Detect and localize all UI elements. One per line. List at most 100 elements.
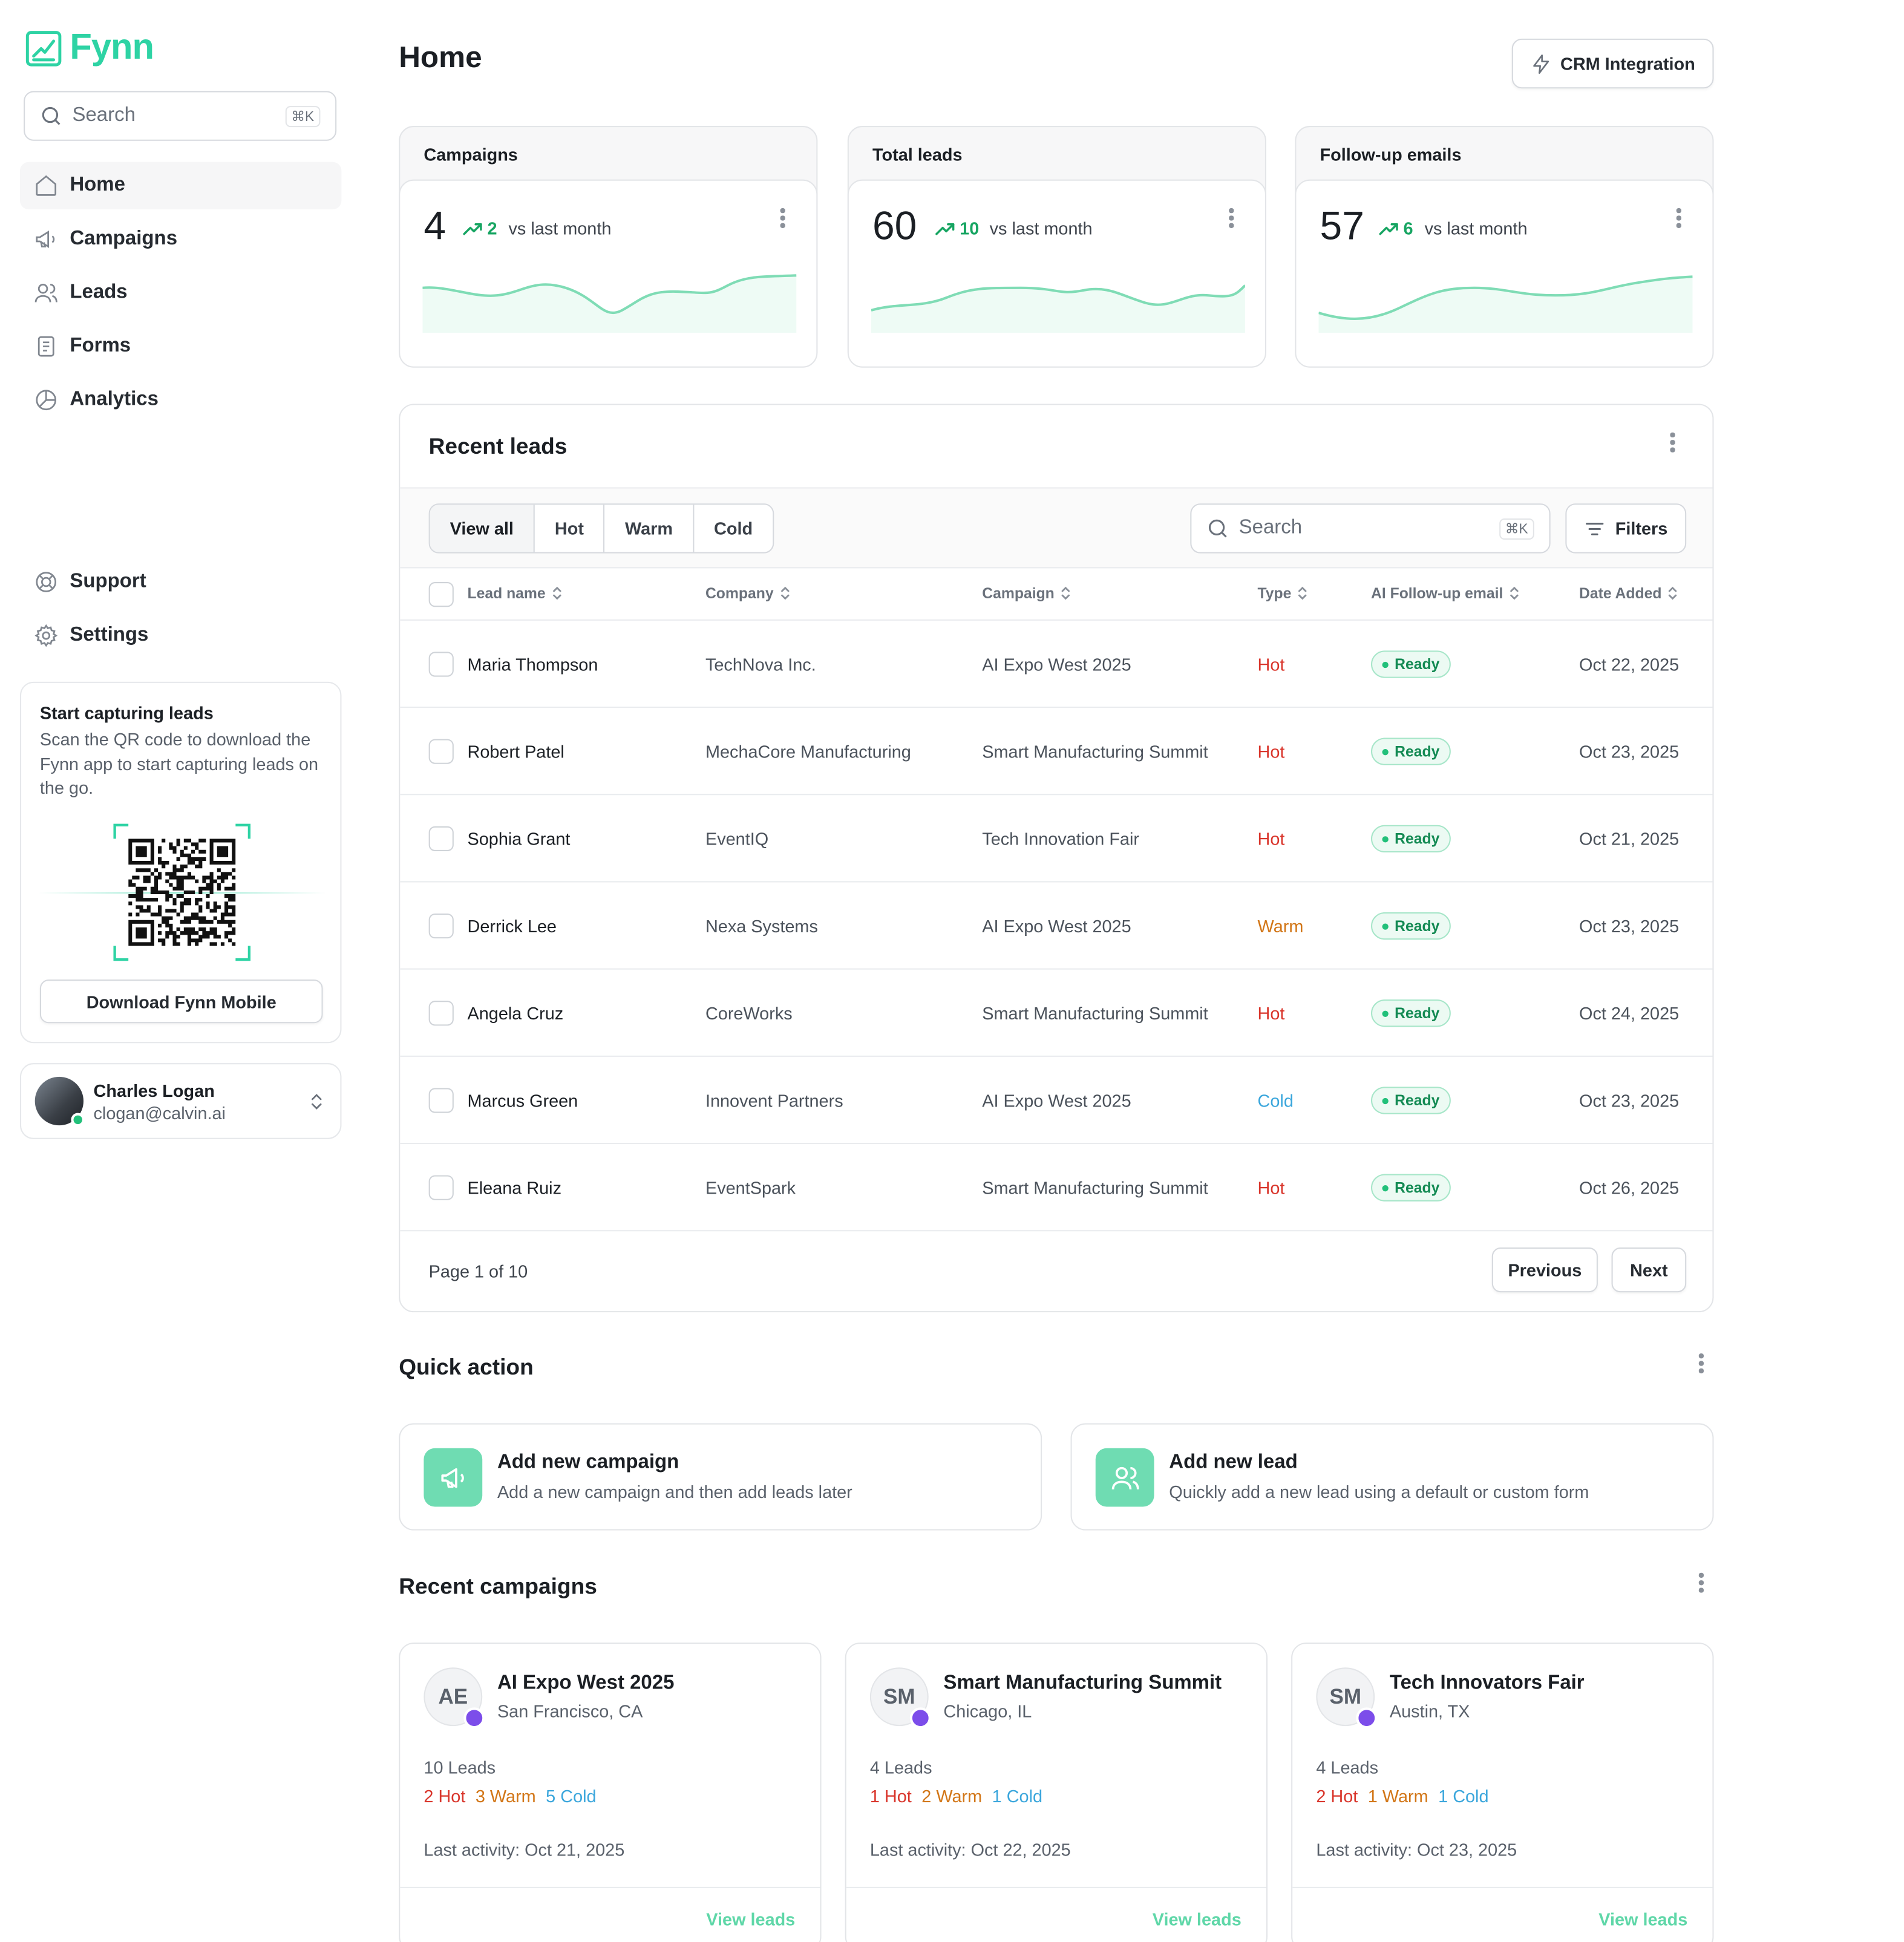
table-row[interactable]: Sophia Grant EventIQ Tech Innovation Fai… (400, 795, 1713, 883)
recent-leads-card: Recent leads View all Hot Warm Cold Sear… (399, 404, 1714, 1313)
more-options-icon[interactable] (1698, 1353, 1704, 1376)
lead-type: Hot (1257, 654, 1285, 675)
campaign-card[interactable]: SM Tech Innovators Fair Austin, TX 4 Lea… (1291, 1643, 1714, 1942)
recent-campaigns-title: Recent campaigns (399, 1574, 597, 1599)
sidebar-item-home[interactable]: Home (19, 162, 342, 210)
lead-name[interactable]: Angela Cruz (468, 1003, 564, 1023)
lead-name[interactable]: Robert Patel (468, 742, 564, 762)
sidebar-item-analytics[interactable]: Analytics (20, 376, 341, 423)
hot-count: 1 Hot (869, 1785, 912, 1806)
column-header-campaign[interactable]: Campaign (982, 584, 1071, 602)
filter-lines-icon (1586, 522, 1604, 535)
column-header-type[interactable]: Type (1258, 584, 1309, 602)
lead-name[interactable]: Sophia Grant (468, 829, 571, 849)
sidebar-item-forms[interactable]: Forms (20, 323, 341, 370)
campaign-avatar: AE (424, 1667, 485, 1729)
stat-value: 60 (872, 203, 917, 248)
campaign-card[interactable]: SM Smart Manufacturing Summit Chicago, I… (845, 1643, 1268, 1942)
lead-name[interactable]: Maria Thompson (468, 655, 598, 675)
warm-count: 1 Warm (1367, 1785, 1428, 1806)
column-header-company[interactable]: Company (705, 584, 791, 602)
warm-count: 3 Warm (475, 1785, 536, 1806)
previous-page-button[interactable]: Previous (1491, 1247, 1598, 1293)
add-new-campaign-button[interactable]: Add new campaign Add a new campaign and … (399, 1423, 1042, 1531)
column-label: Date Added (1579, 584, 1662, 602)
user-email: clogan@calvin.ai (93, 1102, 226, 1123)
row-checkbox[interactable] (428, 1001, 454, 1026)
stat-delta-value: 10 (960, 218, 980, 238)
select-all-checkbox[interactable] (428, 582, 454, 607)
filter-hot[interactable]: Hot (535, 505, 606, 552)
sidebar-search-input[interactable]: Search ⌘K (24, 91, 337, 141)
download-mobile-button[interactable]: Download Fynn Mobile (39, 979, 323, 1024)
view-leads-link[interactable]: View leads (1598, 1909, 1687, 1929)
table-row[interactable]: Angela Cruz CoreWorks Smart Manufacturin… (400, 970, 1713, 1057)
more-options-icon[interactable] (1676, 208, 1681, 230)
leads-search-input[interactable]: Search ⌘K (1190, 503, 1551, 554)
row-checkbox[interactable] (428, 652, 454, 677)
leads-table-header: Lead name Company Campaign Type AI Follo… (400, 568, 1713, 621)
more-options-icon[interactable] (780, 208, 785, 230)
campaign-last-activity: Last activity: Oct 23, 2025 (1316, 1839, 1517, 1860)
pie-chart-icon (36, 390, 57, 411)
filter-cold[interactable]: Cold (694, 505, 773, 552)
lead-company: CoreWorks (705, 1003, 793, 1024)
quick-action-title: Add new lead (1169, 1451, 1298, 1473)
row-checkbox[interactable] (428, 913, 454, 939)
campaign-avatar: SM (1316, 1667, 1378, 1729)
brand-logo[interactable]: Fynn (25, 27, 154, 68)
campaign-card[interactable]: AE AI Expo West 2025 San Francisco, CA 1… (399, 1643, 822, 1942)
column-header-date-added[interactable]: Date Added (1579, 584, 1679, 602)
sidebar-item-leads[interactable]: Leads (20, 269, 341, 316)
row-checkbox[interactable] (428, 1088, 454, 1113)
row-checkbox[interactable] (428, 826, 454, 851)
campaign-badge-icon (909, 1707, 931, 1729)
status-text: Ready (1395, 655, 1440, 673)
lead-company: TechNova Inc. (705, 654, 816, 675)
more-options-icon[interactable] (1698, 1572, 1704, 1595)
view-leads-link[interactable]: View leads (1153, 1909, 1242, 1929)
next-page-button[interactable]: Next (1611, 1247, 1687, 1293)
promo-card: Start capturing leads Scan the QR code t… (19, 681, 342, 1044)
sidebar-item-label: Support (70, 571, 146, 592)
view-leads-link[interactable]: View leads (706, 1909, 795, 1929)
row-checkbox[interactable] (428, 739, 454, 764)
column-header-lead-name[interactable]: Lead name (468, 584, 563, 602)
online-status-dot (71, 1113, 85, 1127)
status-badge: Ready (1371, 999, 1451, 1027)
add-new-lead-button[interactable]: Add new lead Quickly add a new lead usin… (1070, 1423, 1714, 1531)
row-checkbox[interactable] (428, 1175, 454, 1200)
user-menu[interactable]: Charles Logan clogan@calvin.ai (19, 1063, 342, 1139)
status-badge: Ready (1371, 912, 1451, 940)
table-row[interactable]: Eleana Ruiz EventSpark Smart Manufacturi… (400, 1144, 1713, 1232)
lead-name[interactable]: Eleana Ruiz (468, 1178, 562, 1198)
campaign-lead-mix: 1 Hot 2 Warm 1 Cold (870, 1786, 1042, 1806)
home-icon (36, 175, 57, 196)
lead-type: Hot (1257, 741, 1285, 762)
table-row[interactable]: Robert Patel MechaCore Manufacturing Sma… (400, 708, 1713, 796)
column-header-ai-follow-up[interactable]: AI Follow-up email (1371, 584, 1520, 602)
campaign-lead-mix: 2 Hot 3 Warm 5 Cold (424, 1786, 596, 1806)
qr-modules (128, 839, 236, 946)
sidebar-item-label: Forms (70, 335, 131, 357)
lead-type: Cold (1257, 1090, 1294, 1111)
table-row[interactable]: Maria Thompson TechNova Inc. AI Expo Wes… (400, 621, 1713, 708)
campaign-lead-mix: 2 Hot 1 Warm 1 Cold (1316, 1786, 1488, 1806)
sidebar-item-campaigns[interactable]: Campaigns (20, 215, 341, 263)
filter-view-all[interactable]: View all (430, 505, 535, 552)
sidebar-item-support[interactable]: Support (20, 558, 341, 606)
filter-warm[interactable]: Warm (605, 505, 695, 552)
lead-name[interactable]: Marcus Green (468, 1091, 578, 1111)
table-row[interactable]: Marcus Green Innovent Partners AI Expo W… (400, 1057, 1713, 1145)
stat-delta: 10 (935, 218, 979, 238)
filters-button[interactable]: Filters (1565, 503, 1687, 554)
sidebar-item-settings[interactable]: Settings (20, 612, 341, 659)
crm-integration-button[interactable]: CRM Integration (1511, 38, 1714, 89)
more-options-icon[interactable] (1670, 432, 1675, 455)
lead-name[interactable]: Derrick Lee (468, 916, 557, 936)
sort-icon (1061, 586, 1070, 600)
more-options-icon[interactable] (1229, 208, 1234, 230)
table-row[interactable]: Derrick Lee Nexa Systems AI Expo West 20… (400, 882, 1713, 970)
chevron-up-down-icon[interactable] (307, 1091, 327, 1111)
chart-logo-icon (25, 30, 62, 66)
